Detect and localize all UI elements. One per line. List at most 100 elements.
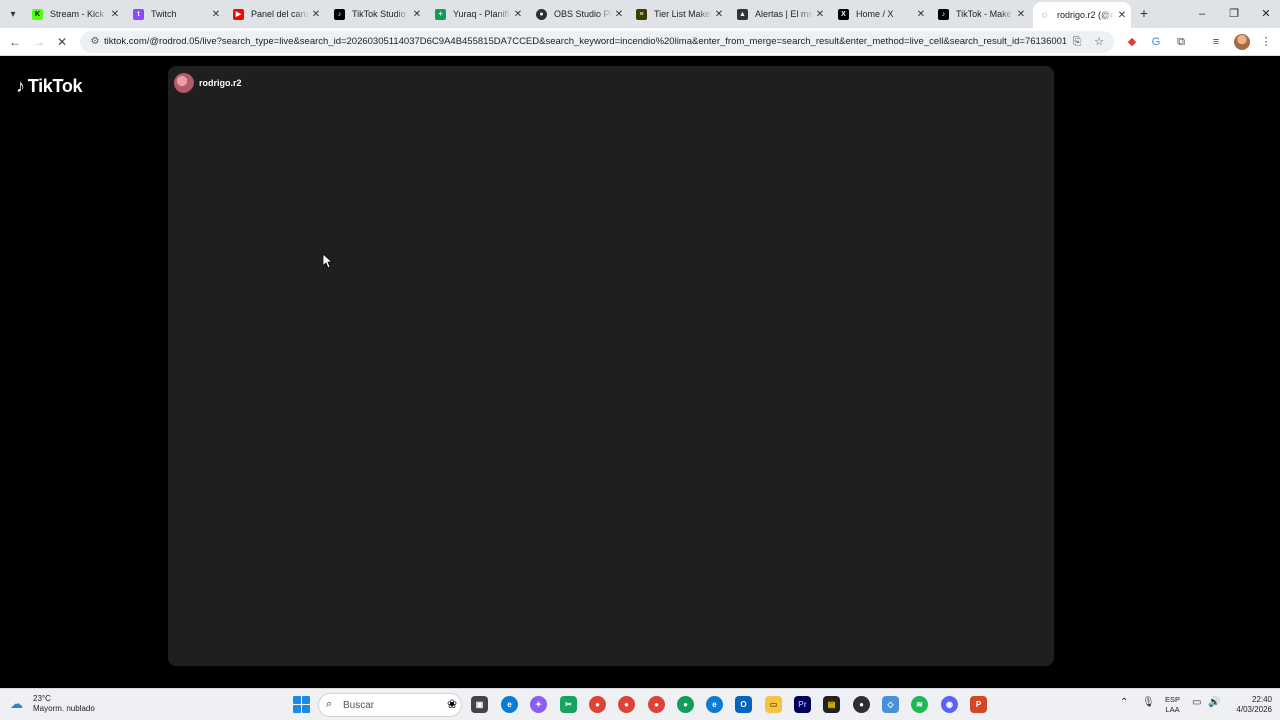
tab-title: Alertas | El mej	[755, 9, 813, 19]
edge-dev-icon[interactable]: e	[706, 696, 723, 713]
discord-icon[interactable]: ◉	[941, 696, 958, 713]
chrome-green-icon[interactable]: ●	[677, 696, 694, 713]
chrome-icon[interactable]: ●	[589, 696, 606, 713]
tray-chevron-up-icon[interactable]: ⌃	[1120, 697, 1128, 708]
tab-tiktok-studio[interactable]: ♪ TikTok Studio ✕	[328, 2, 426, 26]
x-icon: X	[838, 8, 849, 20]
network-icon[interactable]: ▭	[1192, 697, 1201, 708]
windows-taskbar: ☁ 23°C Mayorm. nublado ⌕ Buscar ❀ ▣ e ✦ …	[0, 688, 1280, 720]
tiktok-logo-text: TikTok	[27, 76, 83, 96]
back-icon[interactable]: ←	[6, 33, 24, 51]
tab-youtube[interactable]: ▶ Panel del canal ✕	[227, 2, 325, 26]
chrome-active-icon[interactable]: ●	[648, 696, 665, 713]
clock-time: 22:40	[1251, 695, 1272, 704]
bookmark-star-icon[interactable]: ☆	[1092, 35, 1106, 49]
address-bar[interactable]: ⚙ tiktok.com/@rodrod.05/live?search_type…	[80, 31, 1114, 53]
tab-close-icon[interactable]: ✕	[511, 9, 525, 20]
taskbar-search[interactable]: ⌕ Buscar ❀	[318, 693, 462, 717]
outlook-icon[interactable]: O	[735, 696, 752, 713]
minimize-icon[interactable]: –	[1187, 4, 1217, 24]
translate-extension-icon[interactable]: G	[1148, 34, 1164, 50]
media-controls-icon[interactable]: ≡	[1208, 34, 1224, 50]
obs-icon: ●	[536, 8, 547, 20]
volume-icon[interactable]: 🔊	[1208, 697, 1220, 708]
tab-close-icon[interactable]: ✕	[813, 9, 827, 20]
close-window-icon[interactable]: ✕	[1251, 4, 1280, 24]
tab-close-icon[interactable]: ✕	[309, 9, 323, 20]
cloud-icon: ☁	[10, 696, 23, 711]
tab-close-icon[interactable]: ✕	[410, 9, 424, 20]
twitch-icon: t	[133, 8, 144, 20]
sticky-notes-icon[interactable]: ▤	[823, 696, 840, 713]
tab-x[interactable]: X Home / X ✕	[832, 2, 930, 26]
menu-kebab-icon[interactable]: ⋮	[1258, 34, 1274, 50]
tiktok-note-icon: ♪	[16, 76, 25, 96]
tab-title: TikTok Studio	[352, 9, 406, 19]
host-info[interactable]: rodrigo.r2	[174, 71, 242, 95]
tab-close-icon[interactable]: ✕	[108, 9, 122, 20]
install-app-icon[interactable]: ⎘	[1070, 35, 1084, 49]
host-avatar[interactable]	[174, 73, 194, 93]
tab-sheets[interactable]: + Yuraq - Planific ✕	[429, 2, 527, 26]
spotify-icon[interactable]: ≋	[911, 696, 928, 713]
streamdeck-icon[interactable]: ◇	[882, 696, 899, 713]
tab-title: Yuraq - Planific	[453, 9, 511, 19]
tab-close-icon[interactable]: ✕	[1014, 9, 1028, 20]
loading-icon: ◌	[1041, 9, 1048, 21]
tab-kick[interactable]: K Stream - Kick D ✕	[26, 2, 124, 26]
tiktok-logo[interactable]: ♪ TikTok	[16, 76, 83, 97]
tab-title: Panel del canal	[251, 9, 309, 19]
tab-close-icon[interactable]: ✕	[914, 9, 928, 20]
tab-tiktok[interactable]: ♪ TikTok - Make ✕	[932, 2, 1030, 26]
host-name[interactable]: rodrigo.r2	[199, 78, 242, 88]
extension-alert-icon[interactable]: ◆	[1124, 34, 1140, 50]
obs-studio-icon[interactable]: ●	[853, 696, 870, 713]
tab-title: Tier List Maker	[654, 9, 712, 19]
tab-title: TikTok - Make	[956, 9, 1012, 19]
sheets-icon: +	[435, 8, 446, 20]
weather-widget[interactable]: ☁ 23°C Mayorm. nublado	[10, 694, 95, 714]
tab-close-icon[interactable]: ✕	[712, 9, 726, 20]
language-indicator[interactable]: ESP LAA	[1165, 695, 1180, 715]
mouse-cursor-icon	[323, 254, 333, 269]
tierlist-icon: ≡	[636, 8, 647, 20]
premiere-icon[interactable]: Pr	[794, 696, 811, 713]
forward-icon[interactable]: →	[30, 33, 48, 51]
tab-obs[interactable]: ● OBS Studio Plu ✕	[530, 2, 628, 26]
tab-active-live[interactable]: ◌ rodrigo.r2 (@ro ✕	[1033, 2, 1131, 28]
lang-bottom: LAA	[1165, 705, 1180, 714]
windows-start-icon[interactable]	[293, 696, 310, 713]
chrome-profile-icon[interactable]: ●	[618, 696, 635, 713]
tab-tierlist[interactable]: ≡ Tier List Maker ✕	[630, 2, 728, 26]
system-clock[interactable]: 22:40 4/03/2026	[1228, 695, 1272, 715]
snipping-tool-icon[interactable]: ✂	[560, 696, 577, 713]
live-video-player[interactable]: rodrigo.r2	[168, 66, 1054, 666]
tab-title: OBS Studio Plu	[554, 9, 612, 19]
microphone-icon[interactable]: 🎙	[1142, 697, 1155, 708]
tab-close-icon[interactable]: ✕	[209, 9, 223, 20]
weather-temp: 23°C	[33, 694, 51, 703]
restore-icon[interactable]: ❐	[1219, 4, 1249, 24]
tab-title: rodrigo.r2 (@ro	[1057, 10, 1115, 20]
stop-loading-icon[interactable]: ✕	[53, 33, 71, 51]
file-explorer-icon[interactable]: ▭	[765, 696, 782, 713]
copilot-icon[interactable]: ✦	[530, 696, 547, 713]
tab-close-icon[interactable]: ✕	[1115, 10, 1129, 21]
task-view-icon[interactable]: ▣	[471, 696, 488, 713]
tab-search-icon[interactable]: ▾	[4, 5, 22, 23]
edge-icon[interactable]: e	[501, 696, 518, 713]
powerpoint-icon[interactable]: P	[970, 696, 987, 713]
extensions-puzzle-icon[interactable]: ⧉	[1173, 34, 1189, 50]
new-tab-button[interactable]: +	[1136, 5, 1152, 21]
url-text[interactable]: tiktok.com/@rodrod.05/live?search_type=l…	[104, 36, 1066, 47]
tiktok-icon: ♪	[938, 8, 949, 20]
tab-title: Stream - Kick D	[50, 9, 108, 19]
tab-alerts[interactable]: ▲ Alertas | El mej ✕	[731, 2, 829, 26]
profile-avatar[interactable]	[1234, 34, 1250, 50]
clock-date: 4/03/2026	[1236, 705, 1272, 714]
search-highlight-icon: ❀	[446, 697, 457, 711]
tab-close-icon[interactable]: ✕	[612, 9, 626, 20]
tab-twitch[interactable]: t Twitch ✕	[127, 2, 225, 26]
tiktok-icon: ♪	[334, 8, 345, 20]
site-info-icon[interactable]: ⚙	[88, 35, 102, 49]
